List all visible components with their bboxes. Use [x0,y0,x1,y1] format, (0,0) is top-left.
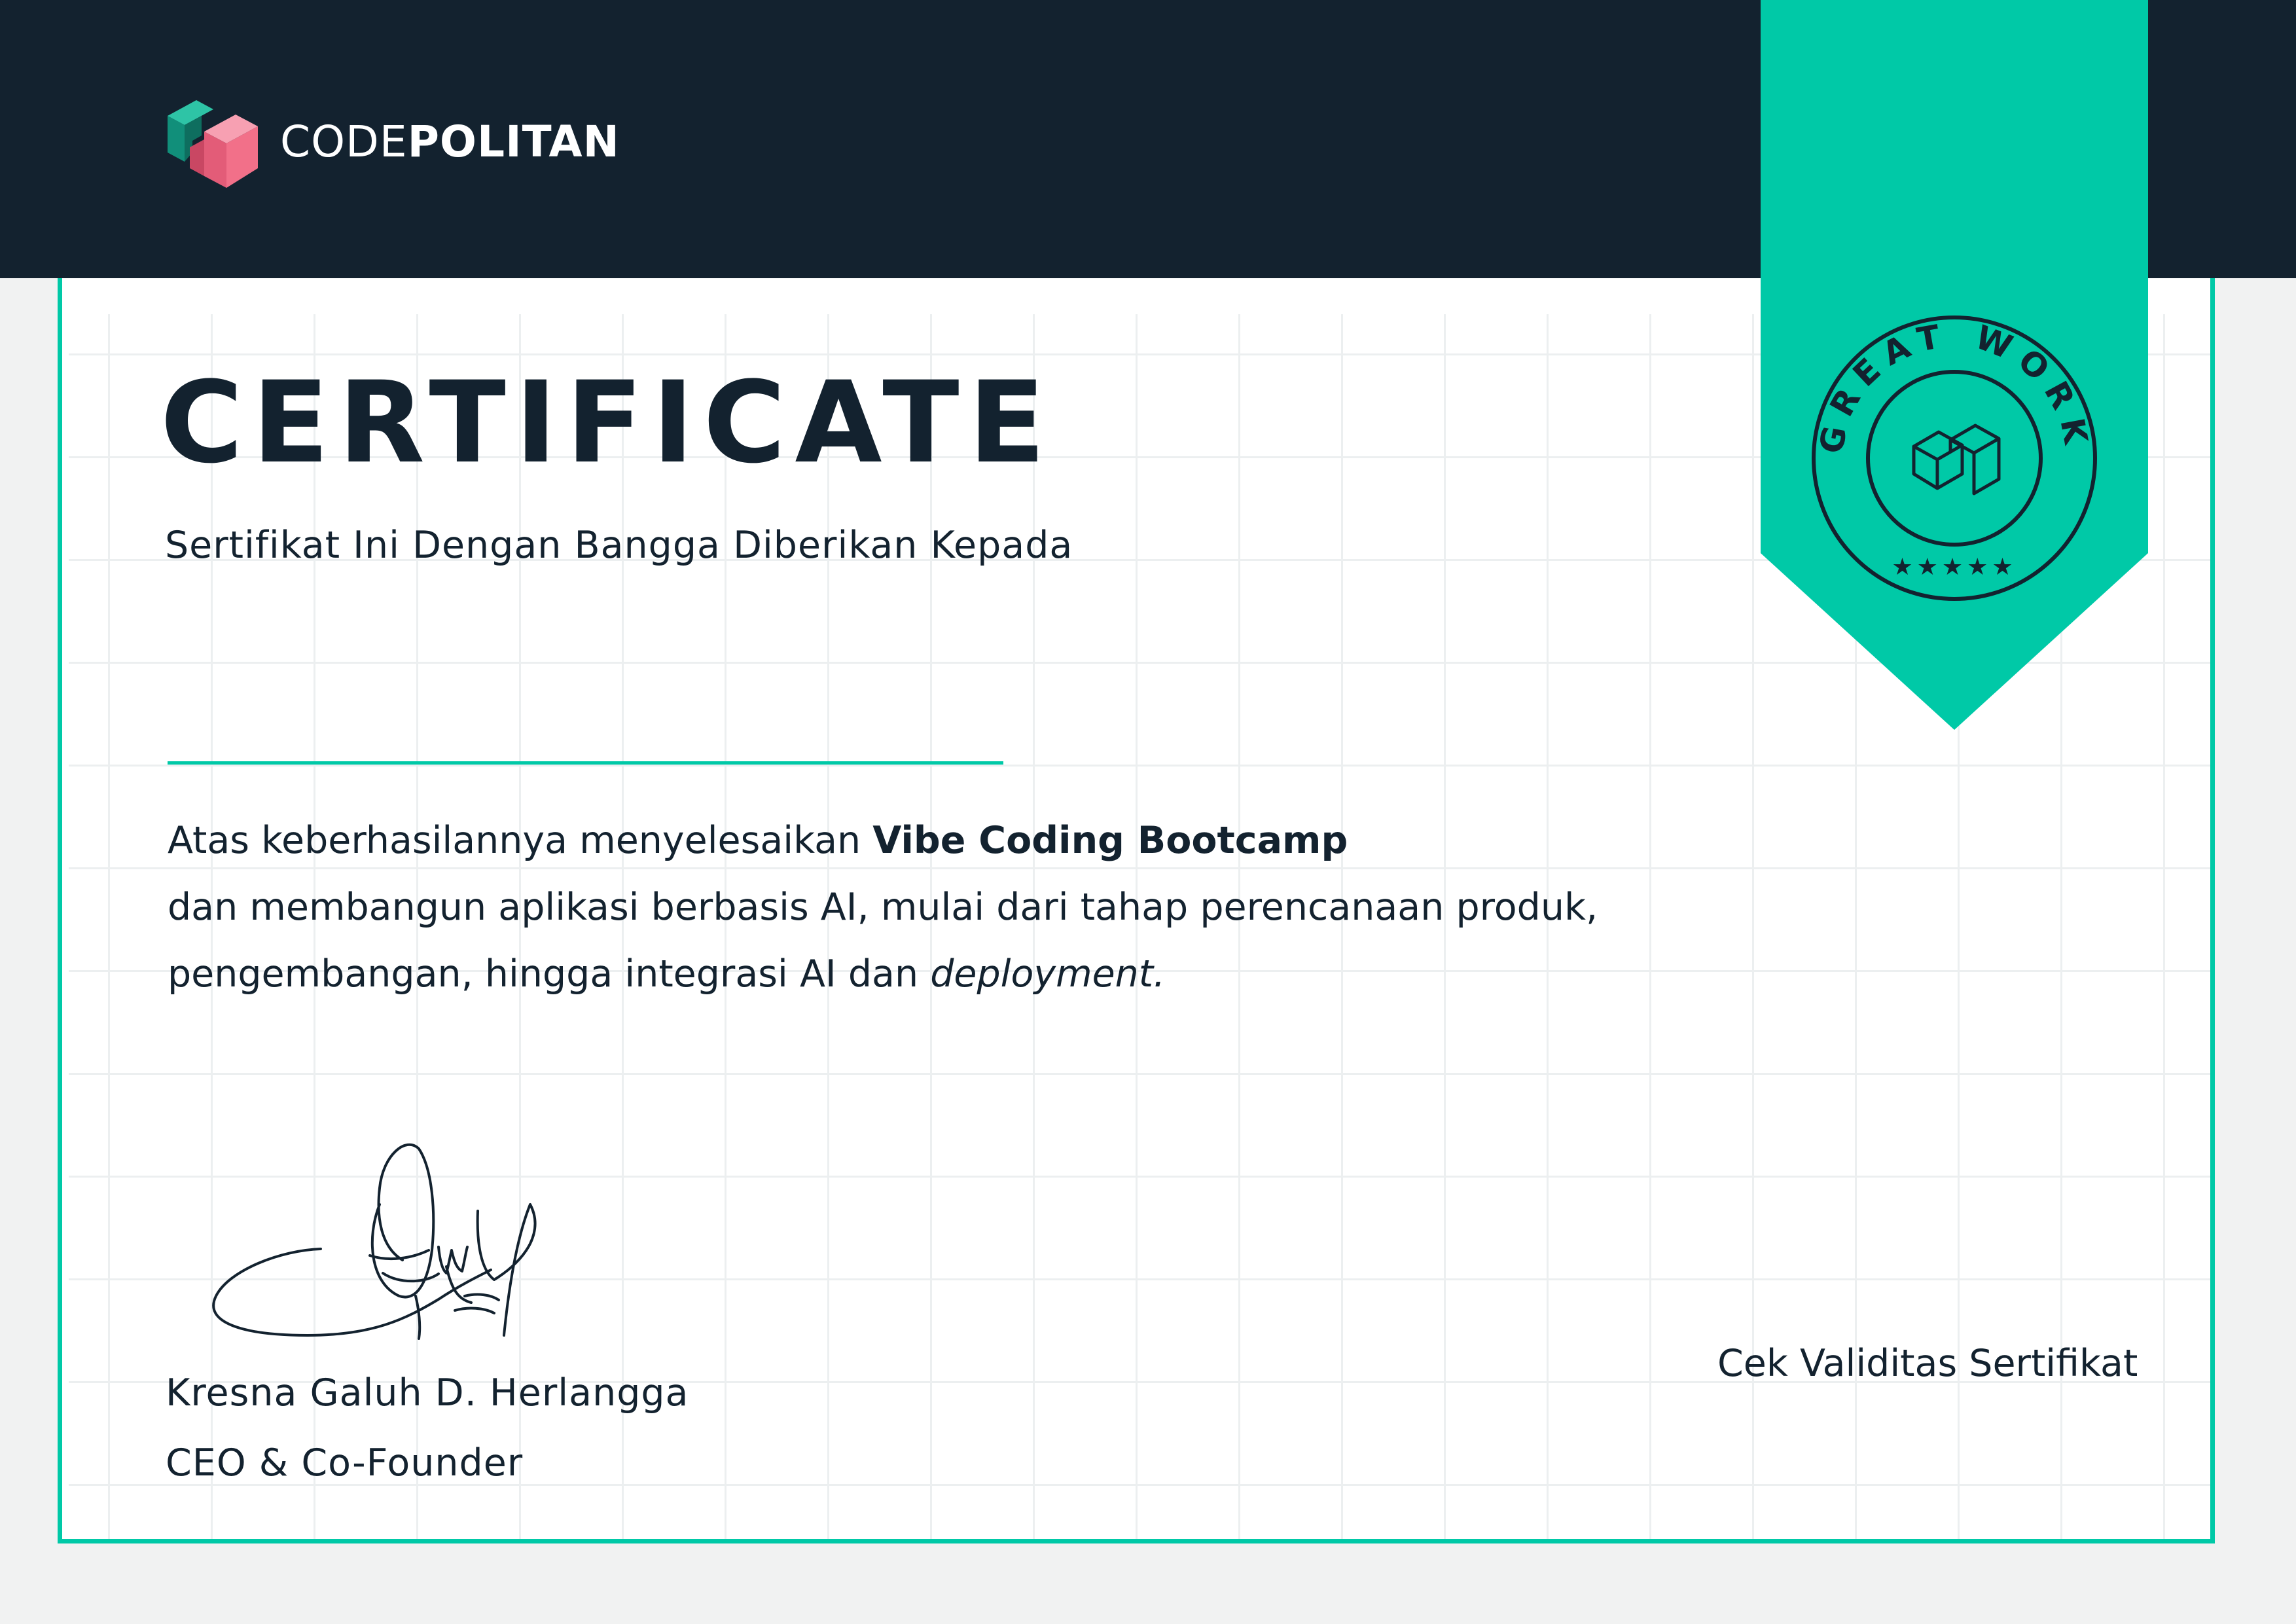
body-line-1: Atas keberhasilannya menyelesaikan Vibe … [168,807,1598,874]
brand-name-bold: POLITAN [407,117,620,167]
signer-role: CEO & Co-Founder [166,1441,524,1485]
validity-check-link[interactable]: Cek Validitas Sertifikat [1717,1342,2138,1385]
brand-logo[interactable]: CODEPOLITAN [164,90,620,194]
recipient-name-line [168,761,1003,765]
certificate-title: CERTIFICATE [160,357,1055,488]
certificate-body: Atas keberhasilannya menyelesaikan Vibe … [168,807,1598,1007]
signer-name: Kresna Galuh D. Herlangga [166,1371,689,1415]
brand-name: CODEPOLITAN [280,120,620,164]
great-work-ribbon: GREAT WORK ★★★★★ [1761,0,2148,730]
codepolitan-cube-logo-icon [168,100,258,188]
course-name: Vibe Coding Bootcamp [872,819,1348,862]
body-line-2: dan membangun aplikasi berbasis AI, mula… [168,886,1598,929]
body-line-3: pengembangan, hingga integrasi AI dan de… [168,941,1598,1007]
body-line-3-text: pengembangan, hingga integrasi AI dan [168,952,931,996]
svg-text:★★★★★: ★★★★★ [1892,554,2017,581]
body-line-1-text: Atas keberhasilannya menyelesaikan [168,819,873,862]
brand-name-light: CODE [280,117,408,167]
signature-image [212,1143,537,1340]
certificate-subtitle: Sertifikat Ini Dengan Bangga Diberikan K… [165,524,1073,567]
body-line-3-italic: deployment. [930,952,1166,996]
